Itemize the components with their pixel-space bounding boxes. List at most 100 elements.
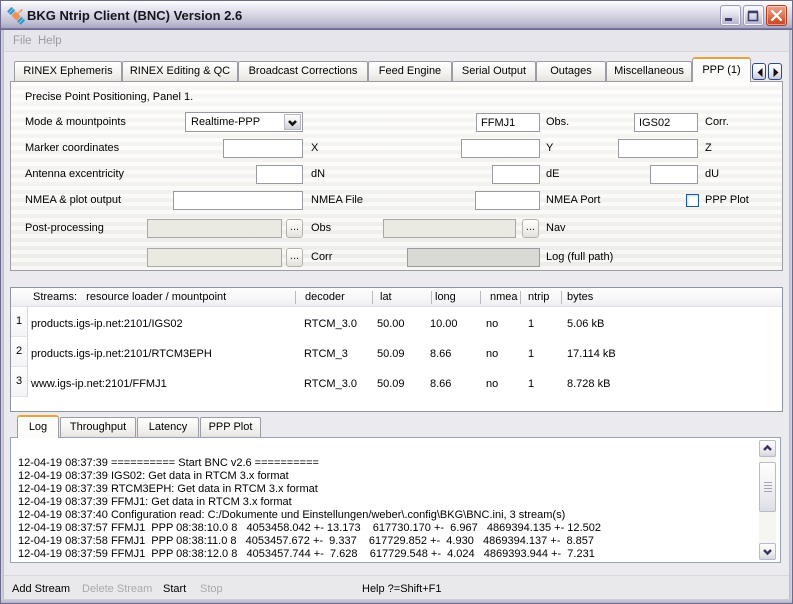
cell-bytes: 8.728 kB [567, 378, 610, 390]
scroll-down-button[interactable] [759, 543, 776, 560]
antenna-dn-field[interactable] [256, 165, 303, 184]
minimize-icon [721, 6, 740, 25]
panel-caption: Precise Point Positioning, Panel 1. [25, 91, 193, 103]
tab-feed-engine[interactable]: Feed Engine [368, 61, 452, 81]
post-nav-field[interactable] [383, 219, 516, 238]
header-separator [372, 291, 373, 304]
titlebar[interactable]: BKG Ntrip Client (BNC) Version 2.6 [1, 1, 792, 29]
cell-nmea: no [486, 378, 498, 390]
chevron-up-icon [760, 441, 775, 456]
header-decoder: decoder [305, 291, 345, 303]
maximize-icon [744, 6, 763, 25]
tab-broadcast-corrections[interactable]: Broadcast Corrections [238, 61, 368, 81]
nmea-file-field[interactable] [173, 191, 303, 210]
cell-bytes: 17.114 kB [567, 348, 616, 360]
log-line: 12-04-19 08:37:39 ========== Start BNC v… [18, 457, 319, 469]
tab-outages[interactable]: Outages [536, 61, 606, 81]
marker-y-field[interactable] [461, 139, 540, 158]
cell-ntrip: 1 [528, 318, 534, 330]
log-scrollbar[interactable] [759, 440, 776, 560]
start-button[interactable]: Start [163, 583, 186, 595]
row-number: 1 [11, 307, 28, 337]
tab-throughput[interactable]: Throughput [60, 417, 136, 437]
marker-z-field[interactable] [618, 139, 698, 158]
ppp-mode-combobox[interactable]: Realtime-PPP [185, 112, 303, 132]
y-label: Y [546, 142, 553, 154]
header-long: long [435, 291, 456, 303]
tab-ppp-active[interactable]: PPP (1) [692, 57, 751, 82]
streams-table-header: Streams: resource loader / mountpoint de… [11, 288, 782, 307]
menu-file[interactable]: File [13, 35, 32, 47]
cell-lat: 50.09 [377, 348, 405, 360]
delete-stream-button[interactable]: Delete Stream [82, 583, 152, 595]
ppp-plot-checkbox[interactable] [686, 194, 699, 207]
post-obs-field[interactable] [147, 219, 282, 238]
antenna-excentricity-label: Antenna excentricity [25, 168, 124, 180]
tab-scroll-left-button[interactable] [752, 63, 766, 80]
add-stream-button[interactable]: Add Stream [12, 583, 70, 595]
browse-corr-button[interactable]: ... [286, 248, 303, 267]
arrow-right-icon [770, 66, 782, 79]
obs-mountpoint-field[interactable] [476, 113, 540, 132]
post-obs-label: Obs [311, 222, 331, 234]
tab-miscellaneous[interactable]: Miscellaneous [606, 61, 692, 81]
cell-mountpoint: products.igs-ip.net:2101/IGS02 [31, 318, 183, 330]
menubar: File Help [4, 30, 789, 52]
combo-dropdown-button[interactable] [284, 114, 301, 130]
post-corr-field[interactable] [147, 248, 282, 267]
arrow-left-icon [754, 66, 766, 79]
header-bytes: bytes [567, 291, 593, 303]
tab-rinex-ephemeris[interactable]: RINEX Ephemeris [14, 61, 122, 81]
marker-x-field[interactable] [223, 139, 303, 158]
cell-long: 8.66 [430, 348, 451, 360]
header-lat: lat [380, 291, 392, 303]
client-area: File Help RINEX Ephemeris RINEX Editing … [4, 30, 789, 599]
cell-mountpoint: www.igs-ip.net:2101/FFMJ1 [31, 378, 167, 390]
maximize-button[interactable] [743, 5, 764, 26]
log-line: 12-04-19 08:37:59 FFMJ1 PPP 08:38:12.0 8… [18, 548, 595, 560]
header-separator [480, 291, 481, 304]
log-line: 12-04-19 08:37:58 FFMJ1 PPP 08:38:11.0 8… [18, 535, 594, 547]
header-separator [561, 291, 562, 304]
menu-help[interactable]: Help [38, 35, 62, 47]
cell-bytes: 5.06 kB [567, 318, 604, 330]
window-title: BKG Ntrip Client (BNC) Version 2.6 [27, 8, 242, 23]
tab-scroll-right-button[interactable] [768, 63, 782, 80]
browse-nav-button[interactable]: ... [522, 219, 539, 238]
corr-mountpoint-field[interactable] [634, 113, 698, 132]
browse-obs-button[interactable]: ... [286, 219, 303, 238]
log-output[interactable]: 12-04-19 08:37:39 ========== Start BNC v… [10, 437, 781, 563]
window-border-bottom [1, 599, 792, 603]
help-shortcut-label: Help ?=Shift+F1 [362, 583, 442, 595]
nmea-file-label: NMEA File [311, 194, 363, 206]
post-log-label: Log (full path) [546, 251, 613, 263]
tab-serial-output[interactable]: Serial Output [452, 61, 536, 81]
header-separator [295, 291, 296, 304]
antenna-du-field[interactable] [650, 165, 698, 184]
ppp-plot-label: PPP Plot [705, 194, 749, 206]
log-line: 12-04-19 08:37:57 FFMJ1 PPP 08:38:10.0 8… [18, 522, 601, 534]
log-line: 12-04-19 08:37:39 IGS02: Get data in RTC… [18, 470, 289, 482]
cell-nmea: no [486, 318, 498, 330]
scroll-up-button[interactable] [759, 440, 776, 457]
cell-long: 10.00 [430, 318, 458, 330]
tab-ppp-plot[interactable]: PPP Plot [200, 417, 261, 437]
tab-rinex-editing-qc[interactable]: RINEX Editing & QC [122, 61, 238, 81]
nmea-port-field[interactable] [475, 191, 540, 210]
tab-latency[interactable]: Latency [137, 417, 199, 437]
scrollbar-thumb[interactable] [759, 462, 776, 512]
minimize-button[interactable] [720, 5, 741, 26]
stop-button[interactable]: Stop [200, 583, 223, 595]
chevron-down-icon [760, 544, 775, 559]
antenna-de-field[interactable] [492, 165, 540, 184]
header-nmea: nmea [490, 291, 518, 303]
cell-long: 8.66 [430, 378, 451, 390]
du-label: dU [705, 168, 719, 180]
close-button[interactable] [766, 5, 787, 26]
z-label: Z [705, 142, 712, 154]
tab-log-active[interactable]: Log [17, 415, 59, 438]
post-processing-label: Post-processing [25, 222, 104, 234]
post-log-field[interactable] [407, 248, 540, 267]
cell-lat: 50.00 [377, 318, 405, 330]
window-border-right [789, 30, 792, 599]
